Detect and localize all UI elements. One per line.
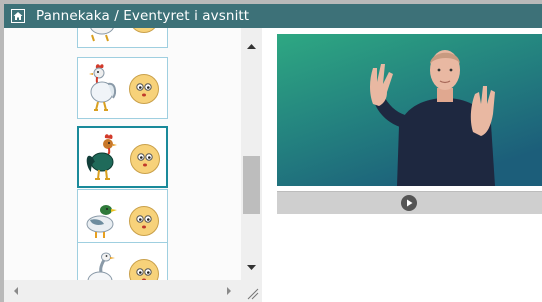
arrow-left-icon[interactable]: [10, 285, 22, 297]
goose-icon: [87, 252, 115, 280]
title-bar: Pannekaka / Eventyret i avsnitt: [4, 4, 542, 28]
scrollbar-thumb[interactable]: [243, 156, 260, 214]
pancake-icon: [129, 74, 159, 104]
window-title: Pannekaka / Eventyret i avsnitt: [36, 8, 250, 24]
list-item[interactable]: [77, 57, 168, 119]
video-controls: [277, 191, 542, 214]
arrow-right-icon[interactable]: [223, 285, 235, 297]
resize-grip-icon: [247, 288, 259, 300]
pancake-icon: [129, 206, 159, 236]
sign-language-video[interactable]: [277, 34, 542, 186]
home-icon: [13, 12, 23, 20]
home-button[interactable]: [11, 9, 25, 23]
arrow-up-icon[interactable]: [241, 38, 262, 54]
rooster-icon: [86, 134, 117, 180]
list-item[interactable]: [77, 28, 168, 48]
hen-icon: [90, 28, 114, 42]
play-icon: [407, 199, 413, 207]
arrow-down-icon[interactable]: [241, 260, 262, 276]
pancake-icon: [132, 28, 156, 33]
pancake-icon: [130, 144, 160, 174]
app-window: Pannekaka / Eventyret i avsnitt: [4, 4, 542, 302]
episode-list-panel: [4, 28, 262, 302]
resize-grip[interactable]: [241, 280, 262, 302]
play-button[interactable]: [401, 195, 417, 211]
pancake-icon: [129, 259, 159, 280]
vertical-scrollbar[interactable]: [241, 28, 262, 280]
episode-list: [4, 28, 241, 280]
video-frame: [277, 34, 542, 186]
duck-icon: [86, 205, 117, 238]
list-item-selected[interactable]: [77, 126, 168, 188]
horizontal-scrollbar[interactable]: [4, 280, 241, 302]
rooster-white-icon: [89, 64, 117, 111]
list-item[interactable]: [77, 242, 168, 280]
